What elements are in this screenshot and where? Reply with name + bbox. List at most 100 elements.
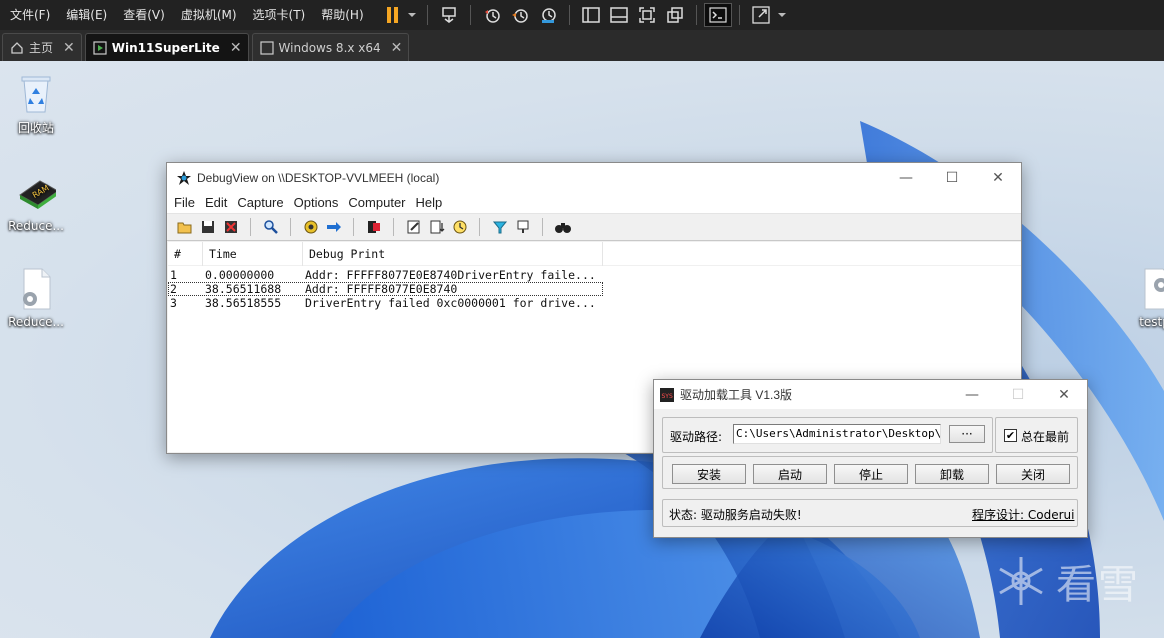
menu-edit[interactable]: 编辑(E) [58, 0, 115, 30]
column-debug-print[interactable]: Debug Print [303, 241, 603, 266]
menu-computer[interactable]: Computer [343, 195, 410, 210]
debugview-titlebar[interactable]: DebugView on \\DESKTOP-VVLMEEH (local) —… [167, 163, 1021, 192]
unity-icon[interactable] [661, 3, 689, 27]
tab-home[interactable]: 主页 ✕ [2, 33, 82, 61]
toolbar-divider [393, 218, 394, 236]
toolbar-divider [695, 5, 697, 25]
sidebar-view-icon[interactable] [577, 3, 605, 27]
row-number: 2 [170, 282, 177, 296]
snapshot-manager-icon[interactable] [534, 3, 562, 27]
minimize-icon[interactable]: — [883, 163, 929, 192]
row-time: 38.56518555 [205, 296, 282, 310]
toolbar-divider [290, 218, 291, 236]
open-folder-icon[interactable] [173, 216, 196, 238]
driver-loader-title: 驱动加载工具 V1.3版 [680, 388, 793, 402]
desktop-icon-testpr[interactable]: testpr [1122, 267, 1164, 329]
capture-gear-icon[interactable] [299, 216, 322, 238]
clear-display-icon[interactable] [219, 216, 242, 238]
desktop-icon-reduce-ram[interactable]: RAM Reduce... [1, 171, 71, 233]
highlight-filter-icon[interactable] [488, 216, 511, 238]
row-time: 38.56511688 [205, 282, 282, 296]
vmware-menubar: 文件(F) 编辑(E) 查看(V) 虚拟机(M) 选项卡(T) 帮助(H) [0, 0, 1164, 30]
close-button[interactable]: 关闭 [996, 464, 1070, 484]
window-controls: — ☐ ✕ [949, 380, 1087, 409]
tab-label: Windows 8.x x64 [278, 40, 381, 55]
fullscreen-icon[interactable] [747, 3, 775, 27]
close-icon[interactable]: ✕ [1041, 380, 1087, 409]
snapshot-icon[interactable] [478, 3, 506, 27]
close-icon[interactable]: ✕ [391, 40, 403, 56]
always-on-top-checkbox[interactable]: ✔ [1004, 429, 1017, 442]
status-text: 状态: 驱动服务启动失败! [669, 508, 802, 522]
row-text: Addr: FFFFF8077E0E8740 [305, 282, 458, 296]
console-view-icon[interactable] [605, 3, 633, 27]
tab-win11superlite[interactable]: Win11SuperLite ✕ [84, 33, 249, 61]
arrow-right-icon[interactable] [322, 216, 345, 238]
clock-icon[interactable] [448, 216, 471, 238]
column-time[interactable]: Time [203, 241, 303, 266]
table-row[interactable]: 3 38.56518555 DriverEntry failed 0xc0000… [168, 296, 603, 310]
snowflake-icon [999, 557, 1043, 605]
install-button[interactable]: 安装 [672, 464, 746, 484]
edit-icon[interactable] [402, 216, 425, 238]
revert-snapshot-icon[interactable] [506, 3, 534, 27]
credit-link[interactable]: 程序设计: Coderui [972, 506, 1074, 523]
table-row-selected[interactable]: 2 38.56511688 Addr: FFFFF8077E0E8740 [168, 282, 603, 296]
menu-view[interactable]: 查看(V) [115, 0, 173, 30]
pause-icon[interactable] [382, 3, 404, 27]
close-icon[interactable]: ✕ [63, 40, 75, 56]
history-icon[interactable] [511, 216, 534, 238]
filter-icon[interactable] [362, 216, 385, 238]
table-row[interactable]: 1 0.00000000 Addr: FFFFF8077E0E8740Drive… [168, 268, 603, 282]
tab-label: 主页 [29, 41, 54, 55]
desktop-icon-label: 回收站 [17, 121, 54, 135]
uninstall-button[interactable]: 卸载 [915, 464, 989, 484]
menu-help[interactable]: Help [411, 195, 448, 210]
menu-help[interactable]: 帮助(H) [313, 0, 371, 30]
watermark-text: 看雪 [1056, 562, 1140, 608]
driver-loader-body: 驱动路径: C:\Users\Administrator\Desktop\tes… [654, 409, 1087, 537]
menu-capture[interactable]: Capture [232, 195, 288, 210]
row-text: Addr: FFFFF8077E0E8740DriverEntry faile.… [305, 268, 596, 282]
menu-edit[interactable]: Edit [200, 195, 232, 210]
window-controls: — ☐ ✕ [883, 163, 1021, 192]
close-icon[interactable]: ✕ [975, 163, 1021, 192]
close-icon[interactable]: ✕ [230, 40, 242, 56]
start-button[interactable]: 启动 [753, 464, 827, 484]
browse-button[interactable]: ··· [949, 425, 985, 443]
row-time: 0.00000000 [205, 268, 275, 282]
column-number[interactable]: # [168, 241, 203, 266]
magnifier-icon[interactable] [259, 216, 282, 238]
path-label: 驱动路径: [670, 430, 723, 444]
fit-guest-icon[interactable] [633, 3, 661, 27]
desktop-icon-recycle-bin[interactable]: 回收站 [1, 71, 71, 136]
scroll-icon[interactable] [425, 216, 448, 238]
debugview-menubar: File Edit Capture Options Computer Help [167, 192, 1021, 214]
vm-icon [259, 40, 275, 56]
send-keys-icon[interactable] [435, 3, 463, 27]
menu-options[interactable]: Options [289, 195, 344, 210]
menu-tabs[interactable]: 选项卡(T) [245, 0, 314, 30]
terminal-icon[interactable] [703, 3, 732, 27]
save-icon[interactable] [196, 216, 219, 238]
tab-windows8[interactable]: Windows 8.x x64 ✕ [251, 33, 410, 61]
menu-vm[interactable]: 虚拟机(M) [173, 0, 245, 30]
maximize-icon: ☐ [1011, 386, 1025, 403]
desktop-icon-reduce-file[interactable]: Reduce... [1, 267, 71, 329]
toolbar-divider [738, 5, 740, 25]
menu-file[interactable]: 文件(F) [0, 0, 58, 30]
stop-button[interactable]: 停止 [834, 464, 908, 484]
toolbar-divider [542, 218, 543, 236]
always-on-top-label: 总在最前 [1021, 430, 1070, 444]
find-binoculars-icon[interactable] [551, 216, 574, 238]
menu-file[interactable]: File [169, 195, 200, 210]
desktop-icon-label: Reduce... [8, 315, 64, 329]
minimize-icon[interactable]: — [949, 380, 995, 409]
maximize-icon[interactable]: ☐ [929, 163, 975, 192]
toolbar-divider [426, 5, 428, 25]
driver-path-field[interactable]: C:\Users\Administrator\Desktop\tes [733, 424, 941, 444]
driver-loader-titlebar[interactable]: SYS 驱动加载工具 V1.3版 — ☐ ✕ [654, 380, 1087, 409]
chevron-down-icon[interactable] [775, 3, 789, 27]
chevron-down-icon[interactable] [404, 3, 420, 27]
settings-file-icon [1137, 267, 1164, 311]
